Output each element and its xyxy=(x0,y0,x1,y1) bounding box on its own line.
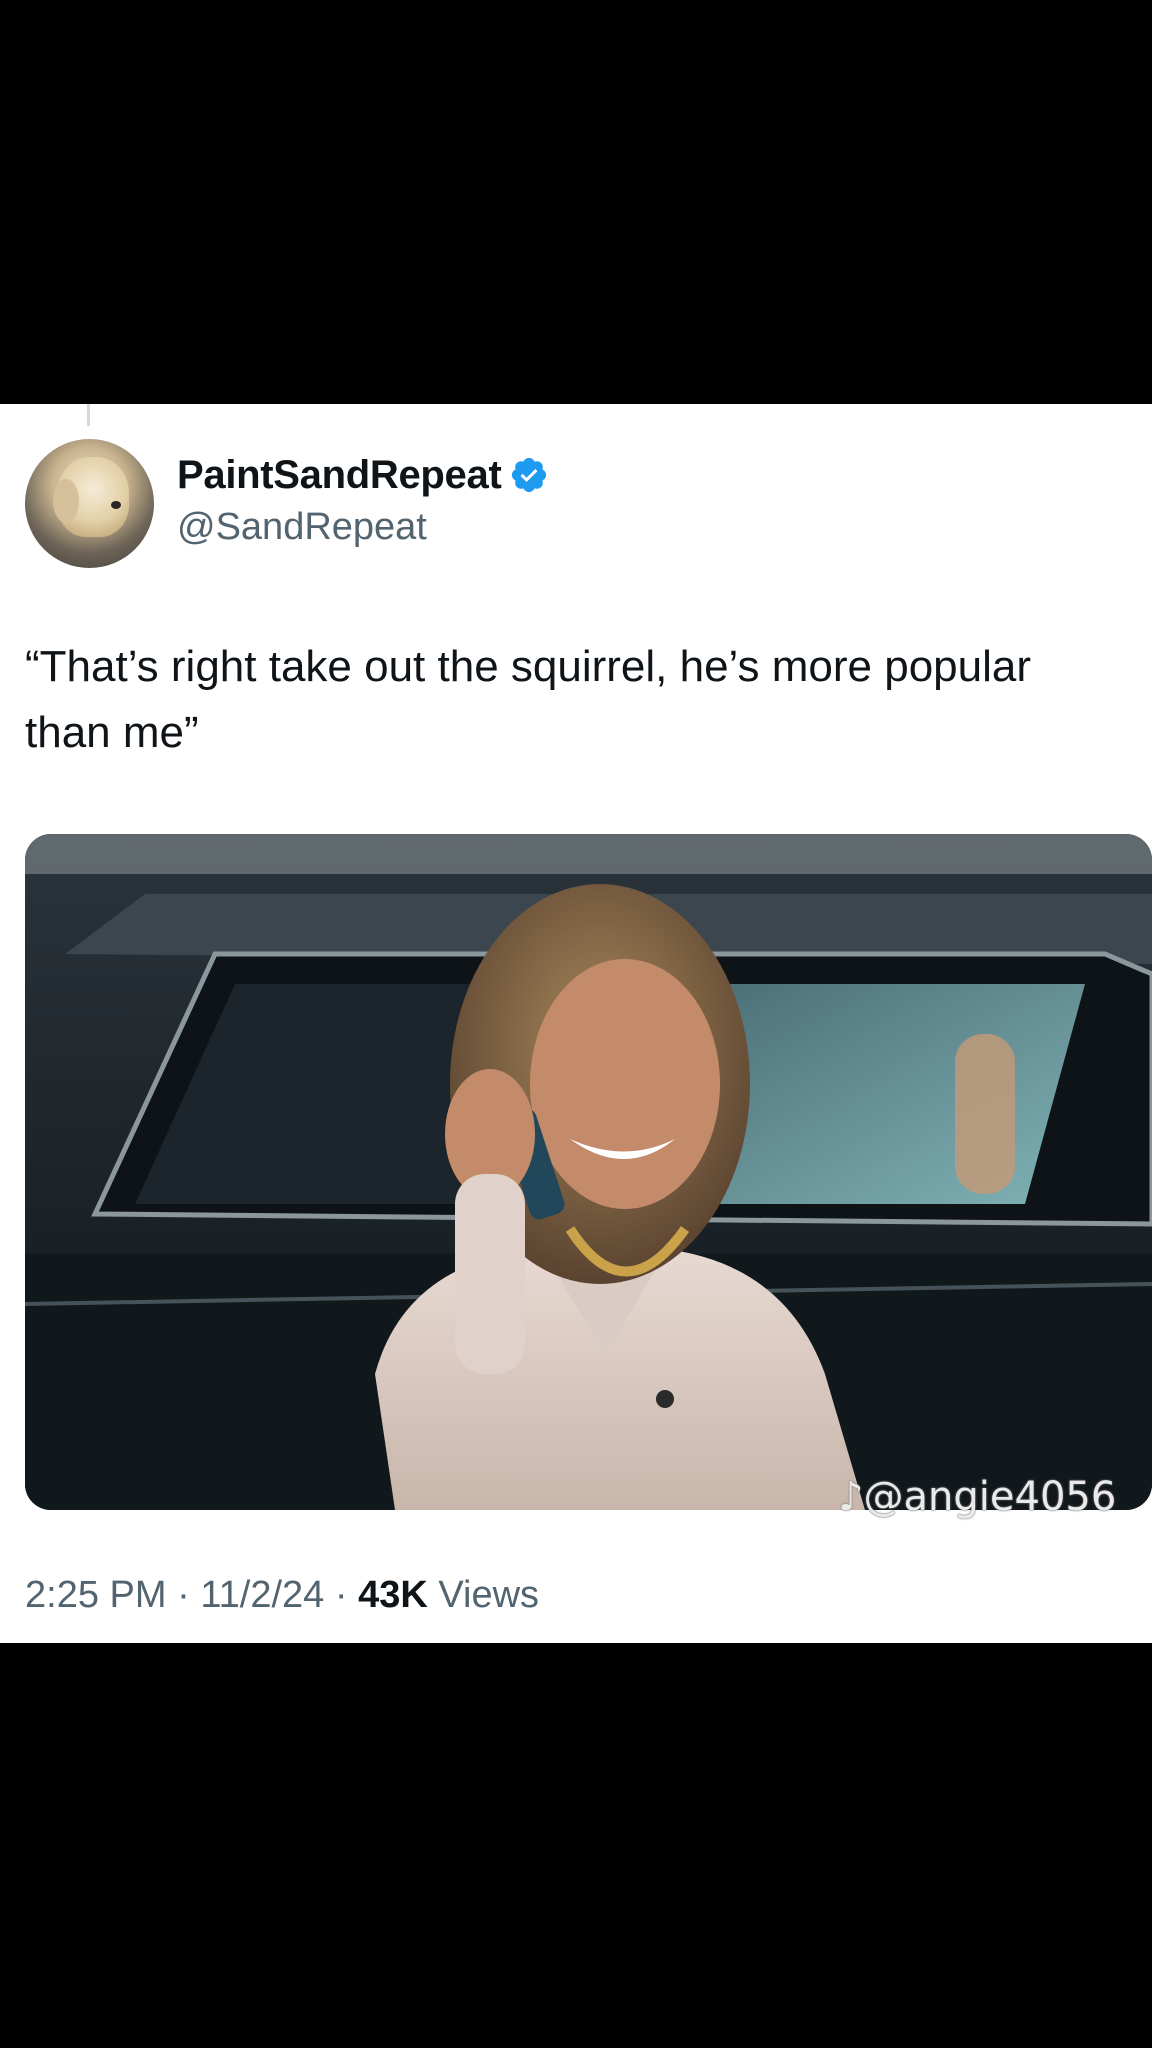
media-photo xyxy=(25,834,1152,1510)
user-avatar[interactable] xyxy=(25,439,154,568)
user-name-block: PaintSandRepeat @SandRepeat xyxy=(177,450,549,549)
media-watermark: ♪@angie4056 xyxy=(838,1474,1117,1520)
avatar-dog-nose xyxy=(111,501,121,509)
tweet-text: “That’s right take out the squirrel, he’… xyxy=(25,642,1044,757)
views-count: 43K xyxy=(358,1574,428,1616)
tweet-meta-row: 2:25 PM · 11/2/24 · 43K Views xyxy=(25,1574,539,1617)
tweet-card[interactable]: PaintSandRepeat @SandRepeat “That’s righ… xyxy=(0,404,1152,1643)
bottom-black-frame xyxy=(0,1643,1152,2048)
top-black-frame xyxy=(0,0,1152,404)
thread-connector-line xyxy=(87,404,90,426)
tweet-time[interactable]: 2:25 PM xyxy=(25,1574,167,1616)
views-label: Views xyxy=(438,1574,540,1616)
user-handle[interactable]: @SandRepeat xyxy=(177,506,549,549)
verified-badge-icon xyxy=(509,455,549,495)
display-name[interactable]: PaintSandRepeat xyxy=(177,453,502,498)
tweet-media-image[interactable] xyxy=(25,834,1152,1510)
meta-separator: · xyxy=(334,1574,359,1616)
avatar-dog-ear xyxy=(53,479,79,523)
tweet-date[interactable]: 11/2/24 xyxy=(200,1574,324,1616)
meta-separator: · xyxy=(177,1574,201,1616)
display-name-row: PaintSandRepeat xyxy=(177,450,549,500)
